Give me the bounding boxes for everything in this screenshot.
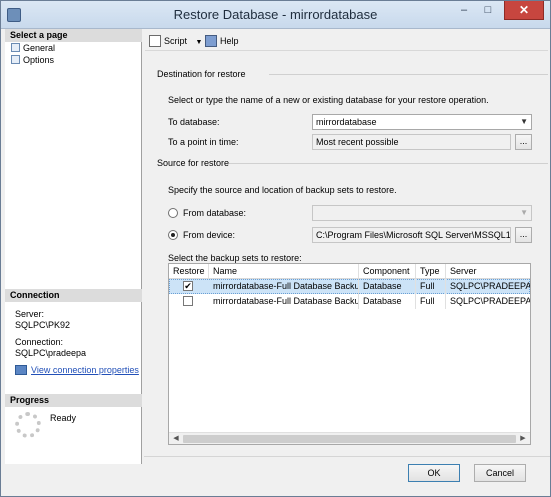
view-connection-properties-link[interactable]: View connection properties [15, 365, 139, 375]
minimize-icon[interactable]: – [452, 3, 476, 19]
scroll-right-icon[interactable]: ▶ [517, 434, 529, 444]
row-component: Database [359, 294, 416, 309]
connection-header: Connection [5, 289, 142, 302]
column-header-component[interactable]: Component [359, 264, 416, 279]
server-label: Server: [15, 309, 45, 319]
help-label: Help [220, 36, 239, 46]
column-header-type[interactable]: Type [416, 264, 446, 279]
close-button[interactable]: ✕ [504, 1, 544, 20]
title-bar: Restore Database - mirrordatabase – □ ✕ [1, 1, 550, 29]
to-database-value: mirrordatabase [316, 117, 377, 127]
row-server: SQLPC\PRADEEPA [450, 281, 530, 291]
column-header-name[interactable]: Name [209, 264, 359, 279]
server-value: SQLPC\PK92 [15, 320, 71, 330]
from-device-browse-button[interactable]: ... [515, 227, 532, 243]
from-device-field: C:\Program Files\Microsoft SQL Server\MS… [312, 227, 511, 243]
page-icon [11, 55, 20, 64]
view-link-label: View connection properties [31, 365, 139, 375]
row-component: Database [359, 279, 416, 294]
scroll-left-icon[interactable]: ◀ [170, 434, 182, 444]
maximize-icon[interactable]: □ [476, 3, 500, 19]
restore-checkbox[interactable]: ✔ [183, 281, 193, 291]
toolbar: Script ▼ Help [145, 31, 548, 51]
horizontal-scrollbar[interactable]: ◀ ▶ [169, 432, 530, 444]
cancel-button[interactable]: Cancel [474, 464, 526, 482]
row-type: Full [416, 294, 446, 309]
source-instruction: Specify the source and location of backu… [168, 185, 397, 195]
destination-divider [269, 74, 548, 75]
row-name: mirrordatabase-Full Database Backup [209, 294, 359, 309]
help-button[interactable]: Help [205, 34, 239, 48]
row-type: Full [416, 279, 446, 294]
progress-status: Ready [50, 413, 77, 423]
to-database-label: To database: [168, 117, 220, 127]
point-in-time-browse-button[interactable]: ... [515, 134, 532, 150]
from-database-combobox: ▼ [312, 205, 532, 221]
chevron-down-icon[interactable]: ▼ [196, 39, 203, 46]
from-device-value: C:\Program Files\Microsoft SQL Server\MS… [316, 230, 511, 240]
chevron-down-icon: ▼ [520, 208, 528, 217]
script-icon [149, 35, 161, 47]
help-icon [205, 35, 217, 47]
connection-value: SQLPC\pradeepa [15, 348, 87, 358]
row-name: mirrordatabase-Full Database Backup [209, 279, 359, 294]
left-pane: Select a page General Options Connection… [5, 29, 142, 464]
column-header-restore[interactable]: Restore [169, 264, 209, 279]
row-server: SQLPC\PRADEEPA [450, 296, 530, 306]
from-device-label: From device: [183, 230, 236, 240]
ok-button[interactable]: OK [408, 464, 460, 482]
source-group-label: Source for restore [157, 158, 230, 168]
restore-database-dialog: Restore Database - mirrordatabase – □ ✕ … [0, 0, 551, 497]
scrollbar-thumb[interactable] [183, 435, 516, 443]
select-page-header: Select a page [5, 29, 142, 42]
source-divider [229, 163, 548, 164]
page-label: Options [23, 55, 55, 65]
column-header-server[interactable]: Server [446, 264, 530, 279]
to-database-combobox[interactable]: mirrordatabase ▼ [312, 114, 532, 130]
script-label: Script [164, 36, 188, 46]
backup-sets-table: Restore Name Component Type Server ✔ mir… [168, 263, 531, 445]
page-item-general[interactable]: General [11, 42, 55, 54]
from-database-radio[interactable] [168, 208, 178, 218]
from-database-label: From database: [183, 208, 247, 218]
point-in-time-value: Most recent possible [316, 137, 399, 147]
point-in-time-field: Most recent possible [312, 134, 511, 150]
destination-instruction: Select or type the name of a new or exis… [168, 95, 489, 105]
destination-group-label: Destination for restore [157, 69, 246, 79]
from-device-radio[interactable] [168, 230, 178, 240]
point-in-time-label: To a point in time: [168, 137, 239, 147]
restore-checkbox[interactable] [183, 296, 193, 306]
backup-sets-label: Select the backup sets to restore: [168, 253, 302, 263]
page-label: General [23, 43, 56, 53]
page-item-options[interactable]: Options [11, 54, 54, 66]
script-button[interactable]: Script ▼ [149, 34, 202, 48]
progress-header: Progress [5, 394, 142, 407]
connection-label: Connection: [15, 337, 64, 347]
chevron-down-icon[interactable]: ▼ [520, 115, 528, 129]
properties-icon [15, 365, 27, 375]
progress-spinner-icon [15, 412, 41, 438]
footer-divider [144, 456, 550, 457]
page-icon [11, 43, 20, 52]
